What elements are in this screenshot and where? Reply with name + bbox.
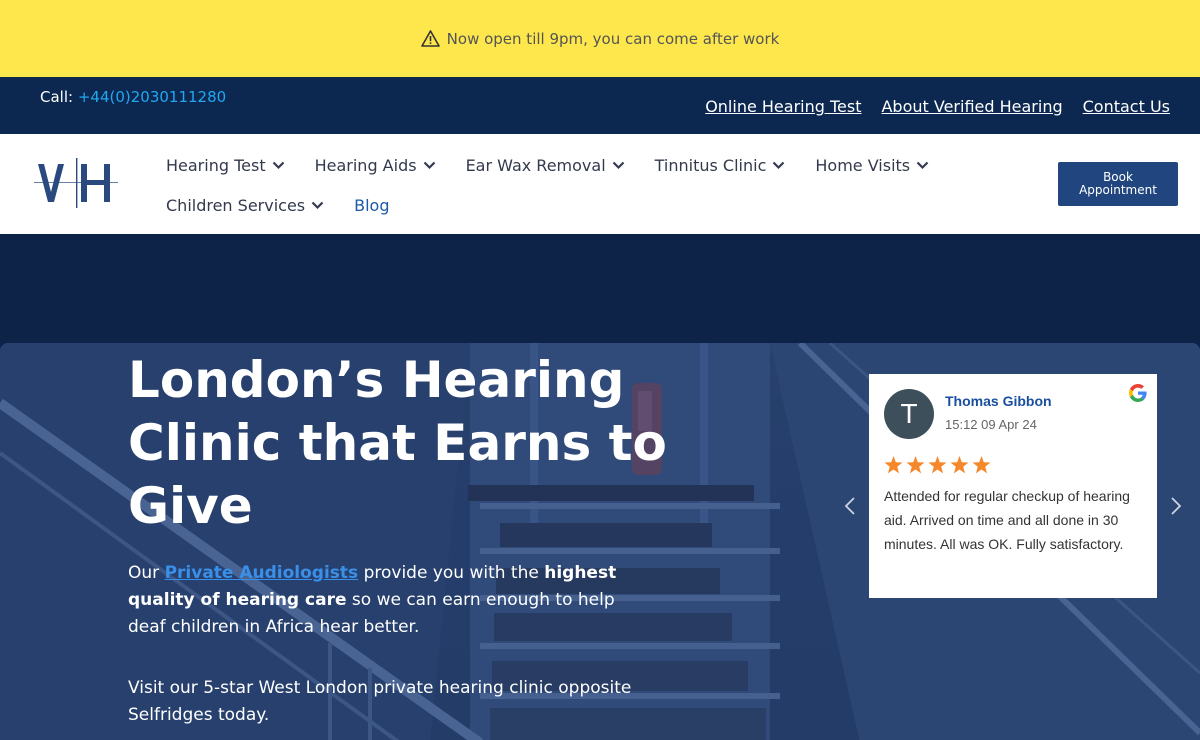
phone-link[interactable]: +44(0)2030111280	[78, 88, 226, 106]
review-text: Attended for regular checkup of hearing …	[884, 488, 1130, 552]
nav-label: Home Visits	[815, 155, 911, 175]
nav-tinnitus-clinic[interactable]: Tinnitus Clinic	[655, 156, 786, 175]
carousel-next-icon[interactable]	[1169, 496, 1183, 520]
chevron-down-icon	[311, 201, 324, 210]
review-card: T Thomas Gibbon 15:12 09 Apr 24 Attended…	[869, 374, 1157, 598]
main-menu: Hearing Test Hearing Aids Ear Wax Remova…	[166, 150, 966, 230]
nav-hearing-aids[interactable]: Hearing Aids	[315, 156, 436, 175]
nav-label: Children Services	[166, 195, 306, 215]
star-icon	[950, 456, 969, 474]
reviewer-name[interactable]: Thomas Gibbon	[945, 393, 1052, 409]
nav-label: Blog	[354, 195, 390, 215]
nav-ear-wax-removal[interactable]: Ear Wax Removal	[466, 156, 625, 175]
contact-us-link[interactable]: Contact Us	[1083, 97, 1170, 116]
top-links: Online Hearing Test About Verified Heari…	[705, 97, 1170, 116]
about-link[interactable]: About Verified Hearing	[881, 97, 1062, 116]
chevron-down-icon	[772, 161, 785, 170]
hero-section: London’s Hearing Clinic that Earns to Gi…	[0, 234, 1200, 740]
book-appointment-button[interactable]: Book Appointment	[1058, 162, 1178, 206]
chevron-down-icon	[272, 161, 285, 170]
warning-icon	[420, 30, 440, 47]
hero-paragraph-2: Visit our 5-star West London private hea…	[128, 678, 632, 725]
nav-blog[interactable]: Blog	[354, 196, 389, 215]
call-info: Call: +44(0)2030111280	[40, 88, 226, 106]
site-logo[interactable]	[34, 158, 118, 208]
book-label-line2: Appointment	[1079, 183, 1157, 197]
avatar: T	[884, 389, 934, 439]
hero-paragraph-1: Our Private Audiologists provide you wit…	[128, 560, 638, 641]
main-navbar: Hearing Test Hearing Aids Ear Wax Remova…	[0, 134, 1200, 234]
nav-children-services[interactable]: Children Services	[166, 196, 324, 215]
chevron-down-icon	[612, 161, 625, 170]
star-rating	[884, 456, 991, 474]
book-label-line1: Book	[1103, 170, 1133, 184]
google-icon	[1129, 384, 1147, 407]
nav-hearing-test[interactable]: Hearing Test	[166, 156, 285, 175]
star-icon	[928, 456, 947, 474]
chevron-down-icon	[423, 161, 436, 170]
nav-home-visits[interactable]: Home Visits	[815, 156, 929, 175]
nav-label: Hearing Aids	[314, 155, 417, 175]
online-hearing-test-link[interactable]: Online Hearing Test	[705, 97, 861, 116]
carousel-prev-icon[interactable]	[843, 496, 857, 520]
announcement-bar: Now open till 9pm, you can come after wo…	[0, 0, 1200, 77]
star-icon	[972, 456, 991, 474]
review-date: 15:12 09 Apr 24	[945, 417, 1037, 432]
nav-label: Tinnitus Clinic	[654, 155, 767, 175]
nav-label: Hearing Test	[166, 155, 266, 175]
star-icon	[884, 456, 903, 474]
top-contact-bar: Call: +44(0)2030111280 Online Hearing Te…	[0, 77, 1200, 134]
hero-title: London’s Hearing Clinic that Earns to Gi…	[128, 351, 667, 535]
hero-p1-before: Our	[128, 563, 165, 583]
nav-label: Ear Wax Removal	[465, 155, 606, 175]
announcement-text: Now open till 9pm, you can come after wo…	[446, 29, 780, 48]
hero-p1-mid: provide you with the	[358, 563, 545, 583]
call-label: Call:	[40, 88, 74, 106]
private-audiologists-link[interactable]: Private Audiologists	[165, 563, 359, 583]
chevron-down-icon	[916, 161, 929, 170]
star-icon	[906, 456, 925, 474]
